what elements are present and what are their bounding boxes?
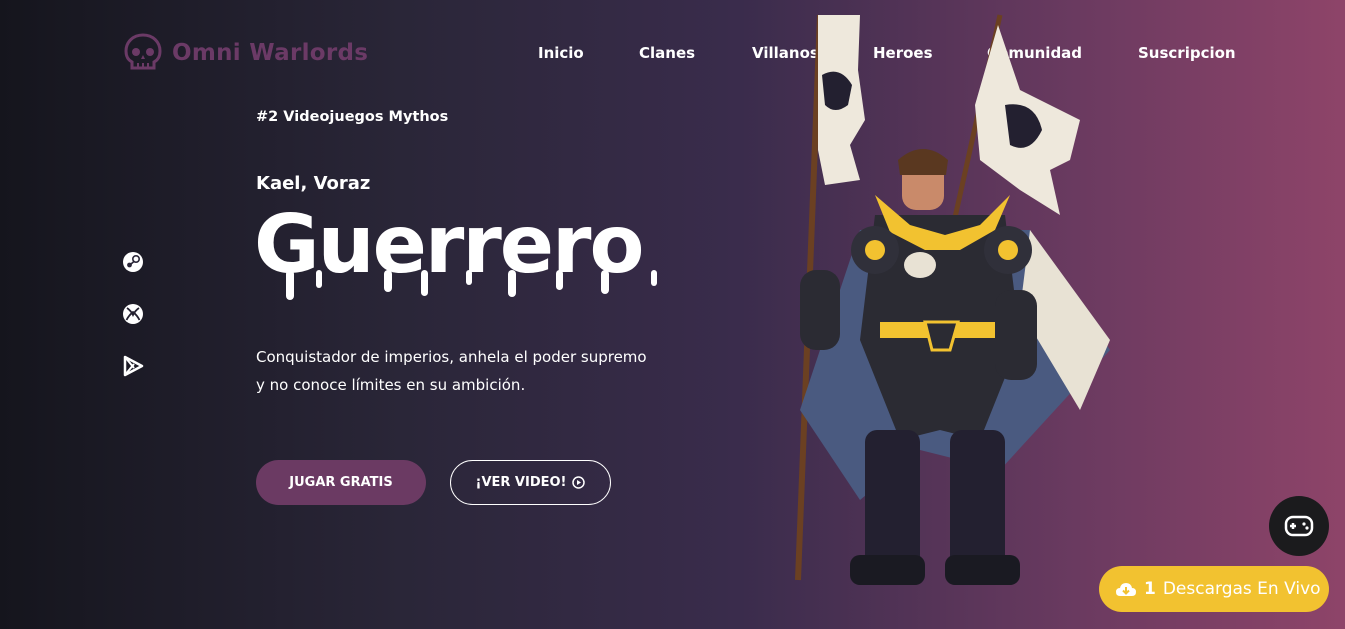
character-name: Kael, Voraz	[256, 173, 371, 194]
description-line-1: Conquistador de imperios, anhela el pode…	[256, 348, 647, 366]
watch-video-label: ¡VER VIDEO!	[475, 475, 567, 490]
social-links	[122, 251, 144, 377]
play-circle-icon	[572, 476, 586, 489]
live-download-count: 1	[1144, 579, 1156, 599]
google-play-icon[interactable]	[122, 355, 144, 377]
warrior-character-illustration	[795, 14, 1110, 585]
title-drips-decoration	[286, 270, 657, 300]
live-downloads-badge[interactable]: 1 Descargas En Vivo	[1099, 566, 1329, 612]
watch-video-button[interactable]: ¡VER VIDEO!	[450, 460, 611, 505]
xbox-icon[interactable]	[122, 303, 144, 325]
nav-suscripcion[interactable]: Suscripcion	[1138, 44, 1236, 62]
steam-icon[interactable]	[122, 251, 144, 273]
hero-description: Conquistador de imperios, anhela el pode…	[256, 343, 676, 399]
gamepad-button[interactable]	[1269, 496, 1329, 556]
description-line-2: y no conoce límites en su ambición.	[256, 376, 526, 394]
nav-inicio[interactable]: Inicio	[538, 44, 584, 62]
gamepad-icon	[1284, 515, 1314, 537]
play-free-button[interactable]: JUGAR GRATIS	[256, 460, 426, 505]
cloud-download-icon	[1116, 583, 1136, 596]
nav-clanes[interactable]: Clanes	[639, 44, 695, 62]
live-download-label: Descargas En Vivo	[1162, 579, 1321, 599]
main-nav: Inicio Clanes Villanos Heroes Comunidad …	[0, 44, 1345, 66]
tagline: #2 Videojuegos Mythos	[256, 109, 449, 125]
